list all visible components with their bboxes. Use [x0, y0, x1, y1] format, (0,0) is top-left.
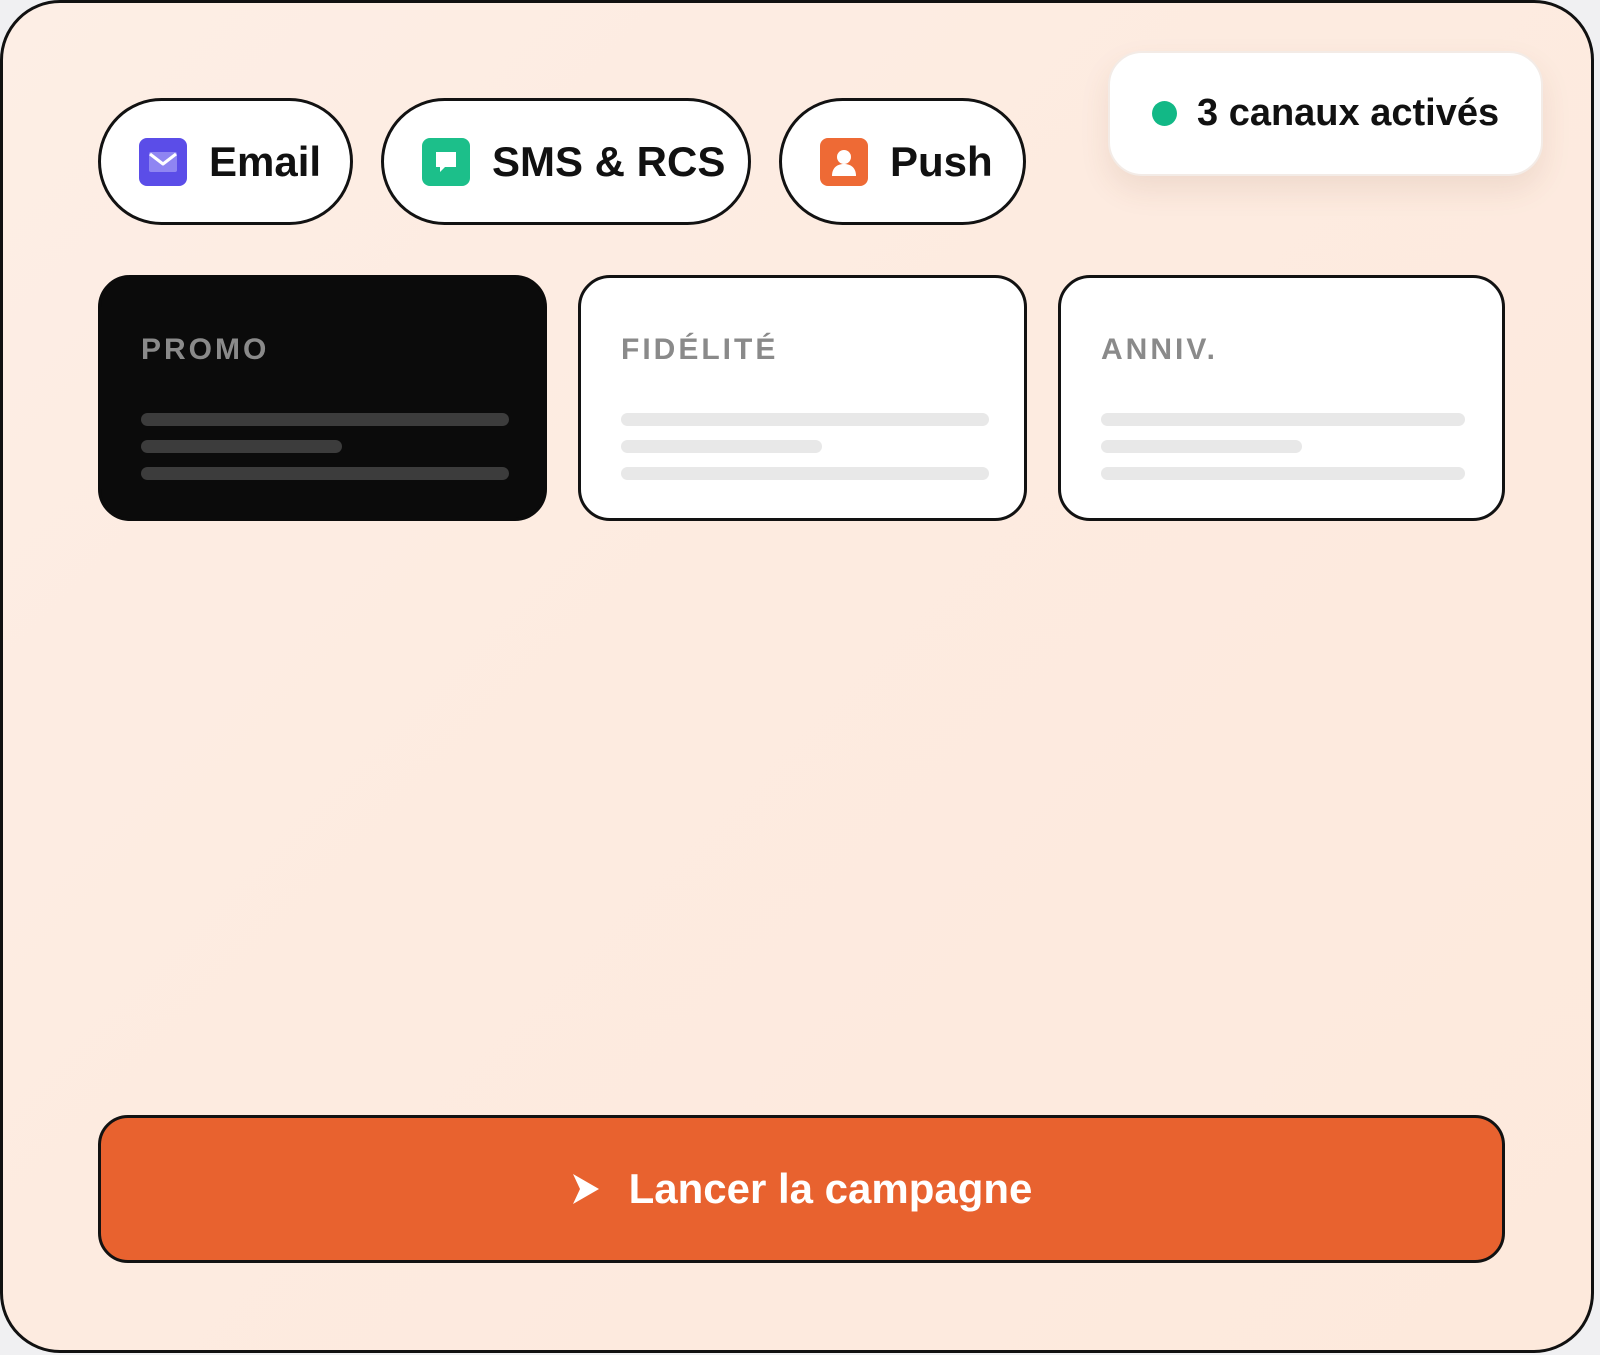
- placeholder-line: [1101, 440, 1302, 453]
- channel-chip-email[interactable]: Email: [98, 98, 353, 225]
- launch-campaign-label: Lancer la campagne: [628, 1165, 1033, 1212]
- template-card-anniv[interactable]: ANNIV.: [1058, 275, 1505, 521]
- launch-campaign-button[interactable]: Lancer la campagne: [98, 1115, 1505, 1263]
- chat-bubble-icon: [422, 137, 470, 186]
- channel-chip-sms[interactable]: SMS & RCS: [381, 98, 751, 225]
- placeholder-line: [621, 413, 989, 426]
- placeholder-line: [141, 413, 509, 426]
- placeholder-line: [621, 440, 822, 453]
- placeholder-line: [141, 467, 509, 480]
- template-label-fidelite: FIDÉLITÉ: [621, 333, 779, 366]
- template-card-promo[interactable]: PROMO: [98, 275, 547, 521]
- mail-icon: [139, 137, 187, 186]
- placeholder-line: [1101, 467, 1465, 480]
- play-icon: [571, 1172, 601, 1206]
- channel-chip-push[interactable]: Push: [779, 98, 1026, 225]
- status-dot-icon: [1152, 101, 1177, 126]
- placeholder-line: [141, 440, 342, 453]
- template-label-anniv: ANNIV.: [1101, 333, 1218, 366]
- status-badge: 3 canaux activés: [1108, 51, 1543, 176]
- user-icon: [820, 137, 868, 186]
- template-label-promo: PROMO: [141, 333, 270, 366]
- status-text: 3 canaux activés: [1197, 92, 1500, 134]
- channel-label-push: Push: [890, 137, 993, 185]
- page-frame: Email SMS & RCS Push 3 canaux activés PR…: [0, 0, 1600, 1355]
- channel-label-email: Email: [209, 137, 322, 185]
- template-card-fidelite[interactable]: FIDÉLITÉ: [578, 275, 1027, 521]
- placeholder-line: [621, 467, 989, 480]
- channel-label-sms: SMS & RCS: [492, 137, 726, 185]
- campaign-panel: Email SMS & RCS Push 3 canaux activés PR…: [0, 0, 1594, 1353]
- placeholder-line: [1101, 413, 1465, 426]
